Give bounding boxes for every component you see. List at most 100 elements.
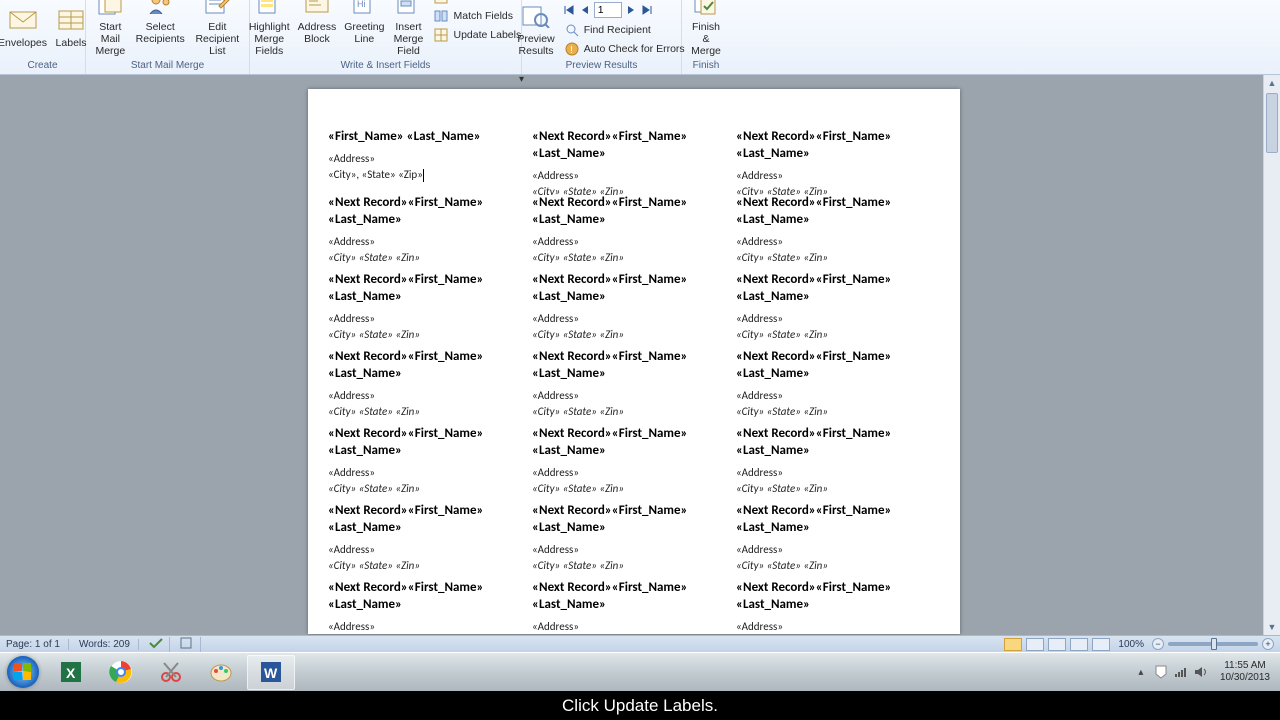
chrome-taskbar-button[interactable] <box>97 655 145 690</box>
web-layout-view[interactable] <box>1048 638 1066 651</box>
highlight-icon <box>253 0 285 20</box>
first-record-button[interactable] <box>562 3 576 17</box>
select-recipients-button[interactable]: Select Recipients <box>133 0 188 47</box>
labels-icon <box>55 4 87 36</box>
update-labels-button[interactable]: Update Labels <box>429 26 525 44</box>
group-start-label: Start Mail Merge <box>90 59 245 72</box>
edit-recipient-list-button[interactable]: Edit Recipient List <box>190 0 245 59</box>
scroll-thumb[interactable] <box>1266 93 1278 153</box>
label-cell[interactable]: «Next Record»«First_Name» «Last_Name»«Ad… <box>532 426 736 503</box>
match-fields-button[interactable]: Match Fields <box>429 7 525 25</box>
find-icon <box>564 22 580 38</box>
recipients-icon <box>144 0 176 20</box>
spellcheck-icon[interactable] <box>149 637 170 652</box>
document-page[interactable]: «First_Name» «Last_Name»«Address»«City»,… <box>308 89 960 634</box>
label-cell[interactable]: «First_Name» «Last_Name»«Address»«City»,… <box>328 129 532 195</box>
label-cell[interactable]: «Next Record»«First_Name» «Last_Name»«Ad… <box>532 580 736 634</box>
label-cell[interactable]: «Next Record»«First_Name» «Last_Name»«Ad… <box>532 272 736 349</box>
svg-text:W: W <box>264 665 278 681</box>
start-mail-merge-button[interactable]: Start Mail Merge <box>90 0 131 59</box>
video-caption: Click Update Labels. <box>0 691 1280 720</box>
last-record-button[interactable] <box>640 3 654 17</box>
update-labels-icon <box>433 27 449 43</box>
ribbon: Envelopes Labels Create Start Mail Merge… <box>0 0 1280 75</box>
label-cell[interactable]: «Next Record»«First_Name» «Last_Name»«Ad… <box>736 503 940 580</box>
group-preview-label: Preview Results <box>526 59 677 72</box>
group-finish-label: Finish <box>686 59 726 72</box>
word-taskbar-button[interactable]: W <box>247 655 295 690</box>
ruler-marker: ▾ <box>519 75 523 80</box>
label-cell[interactable]: «Next Record»«First_Name» «Last_Name»«Ad… <box>532 349 736 426</box>
envelopes-button[interactable]: Envelopes <box>0 2 50 51</box>
svg-text:!: ! <box>570 45 573 56</box>
status-bar: Page: 1 of 1 Words: 209 100% − + <box>0 635 1280 652</box>
next-record-button[interactable] <box>624 3 638 17</box>
fullscreen-view[interactable] <box>1026 638 1044 651</box>
scroll-down-button[interactable]: ▼ <box>1264 619 1280 635</box>
highlight-merge-fields-button[interactable]: Highlight Merge Fields <box>246 0 293 59</box>
scroll-up-button[interactable]: ▲ <box>1264 75 1280 91</box>
paint-taskbar-button[interactable] <box>197 655 245 690</box>
outline-view[interactable] <box>1070 638 1088 651</box>
insert-merge-field-button[interactable]: Insert Merge Field <box>389 0 427 59</box>
start-merge-icon <box>94 0 126 20</box>
zoom-slider[interactable] <box>1168 642 1258 646</box>
labels-button[interactable]: Labels <box>52 2 90 51</box>
finish-icon <box>690 0 722 20</box>
label-cell[interactable]: «Next Record»«First_Name» «Last_Name»«Ad… <box>532 129 736 195</box>
label-cell[interactable]: «Next Record»«First_Name» «Last_Name»«Ad… <box>736 272 940 349</box>
network-icon[interactable] <box>1174 665 1188 679</box>
excel-taskbar-button[interactable]: X <box>47 655 95 690</box>
insert-field-icon <box>392 0 424 20</box>
find-recipient-button[interactable]: Find Recipient <box>560 21 689 39</box>
greeting-line-button[interactable]: Hi Greeting Line <box>341 0 387 47</box>
draft-view[interactable] <box>1092 638 1110 651</box>
page-status[interactable]: Page: 1 of 1 <box>6 639 69 650</box>
address-block-button[interactable]: Address Block <box>295 0 340 47</box>
match-icon <box>433 8 449 24</box>
zoom-level[interactable]: 100% <box>1118 639 1144 650</box>
print-layout-view[interactable] <box>1004 638 1022 651</box>
label-cell[interactable]: «Next Record»«First_Name» «Last_Name»«Ad… <box>736 195 940 272</box>
clock[interactable]: 11:55 AM 10/30/2013 <box>1214 658 1276 686</box>
rules-button[interactable]: fxRules▾ <box>429 0 525 6</box>
prev-record-button[interactable] <box>578 3 592 17</box>
svg-text:Hi: Hi <box>357 0 366 9</box>
label-cell[interactable]: «Next Record»«First_Name» «Last_Name»«Ad… <box>736 129 940 195</box>
preview-icon <box>520 0 552 32</box>
group-create-label: Create <box>4 59 81 72</box>
snipping-tool-taskbar-button[interactable] <box>147 655 195 690</box>
label-cell[interactable]: «Next Record»«First_Name» «Last_Name»«Ad… <box>532 503 736 580</box>
label-cell[interactable]: «Next Record»«First_Name» «Last_Name»«Ad… <box>736 426 940 503</box>
auto-check-errors-button[interactable]: !Auto Check for Errors <box>560 40 689 58</box>
document-area: ▾ «First_Name» «Last_Name»«Address»«City… <box>0 75 1280 635</box>
label-cell[interactable]: «Next Record»«First_Name» «Last_Name»«Ad… <box>736 580 940 634</box>
greeting-icon: Hi <box>348 0 380 20</box>
action-center-icon[interactable] <box>1154 665 1168 679</box>
record-number-input[interactable] <box>594 2 622 18</box>
label-cell[interactable]: «Next Record»«First_Name» «Last_Name»«Ad… <box>736 349 940 426</box>
zoom-in-button[interactable]: + <box>1262 638 1274 650</box>
taskbar: X W ▴ 11:55 AM 10/30/2013 <box>0 652 1280 691</box>
preview-results-button[interactable]: Preview Results <box>514 0 557 59</box>
label-cell[interactable]: «Next Record»«First_Name» «Last_Name»«Ad… <box>328 349 532 426</box>
show-hidden-icons[interactable]: ▴ <box>1134 665 1148 679</box>
auto-check-icon: ! <box>564 41 580 57</box>
svg-text:fx: fx <box>437 0 443 2</box>
label-cell[interactable]: «Next Record»«First_Name» «Last_Name»«Ad… <box>328 503 532 580</box>
label-cell[interactable]: «Next Record»«First_Name» «Last_Name»«Ad… <box>328 272 532 349</box>
zoom-out-button[interactable]: − <box>1152 638 1164 650</box>
rules-icon: fx <box>433 0 449 5</box>
label-cell[interactable]: «Next Record»«First_Name» «Last_Name»«Ad… <box>328 426 532 503</box>
word-count[interactable]: Words: 209 <box>79 639 139 650</box>
vertical-scrollbar[interactable]: ▲ ▼ <box>1263 75 1280 635</box>
address-block-icon <box>301 0 333 20</box>
macro-icon[interactable] <box>180 637 201 652</box>
volume-icon[interactable] <box>1194 665 1208 679</box>
finish-merge-button[interactable]: Finish & Merge <box>686 0 726 59</box>
svg-text:X: X <box>66 665 76 681</box>
start-button[interactable] <box>0 653 46 692</box>
label-cell[interactable]: «Next Record»«First_Name» «Last_Name»«Ad… <box>328 580 532 634</box>
label-cell[interactable]: «Next Record»«First_Name» «Last_Name»«Ad… <box>328 195 532 272</box>
label-cell[interactable]: «Next Record»«First_Name» «Last_Name»«Ad… <box>532 195 736 272</box>
